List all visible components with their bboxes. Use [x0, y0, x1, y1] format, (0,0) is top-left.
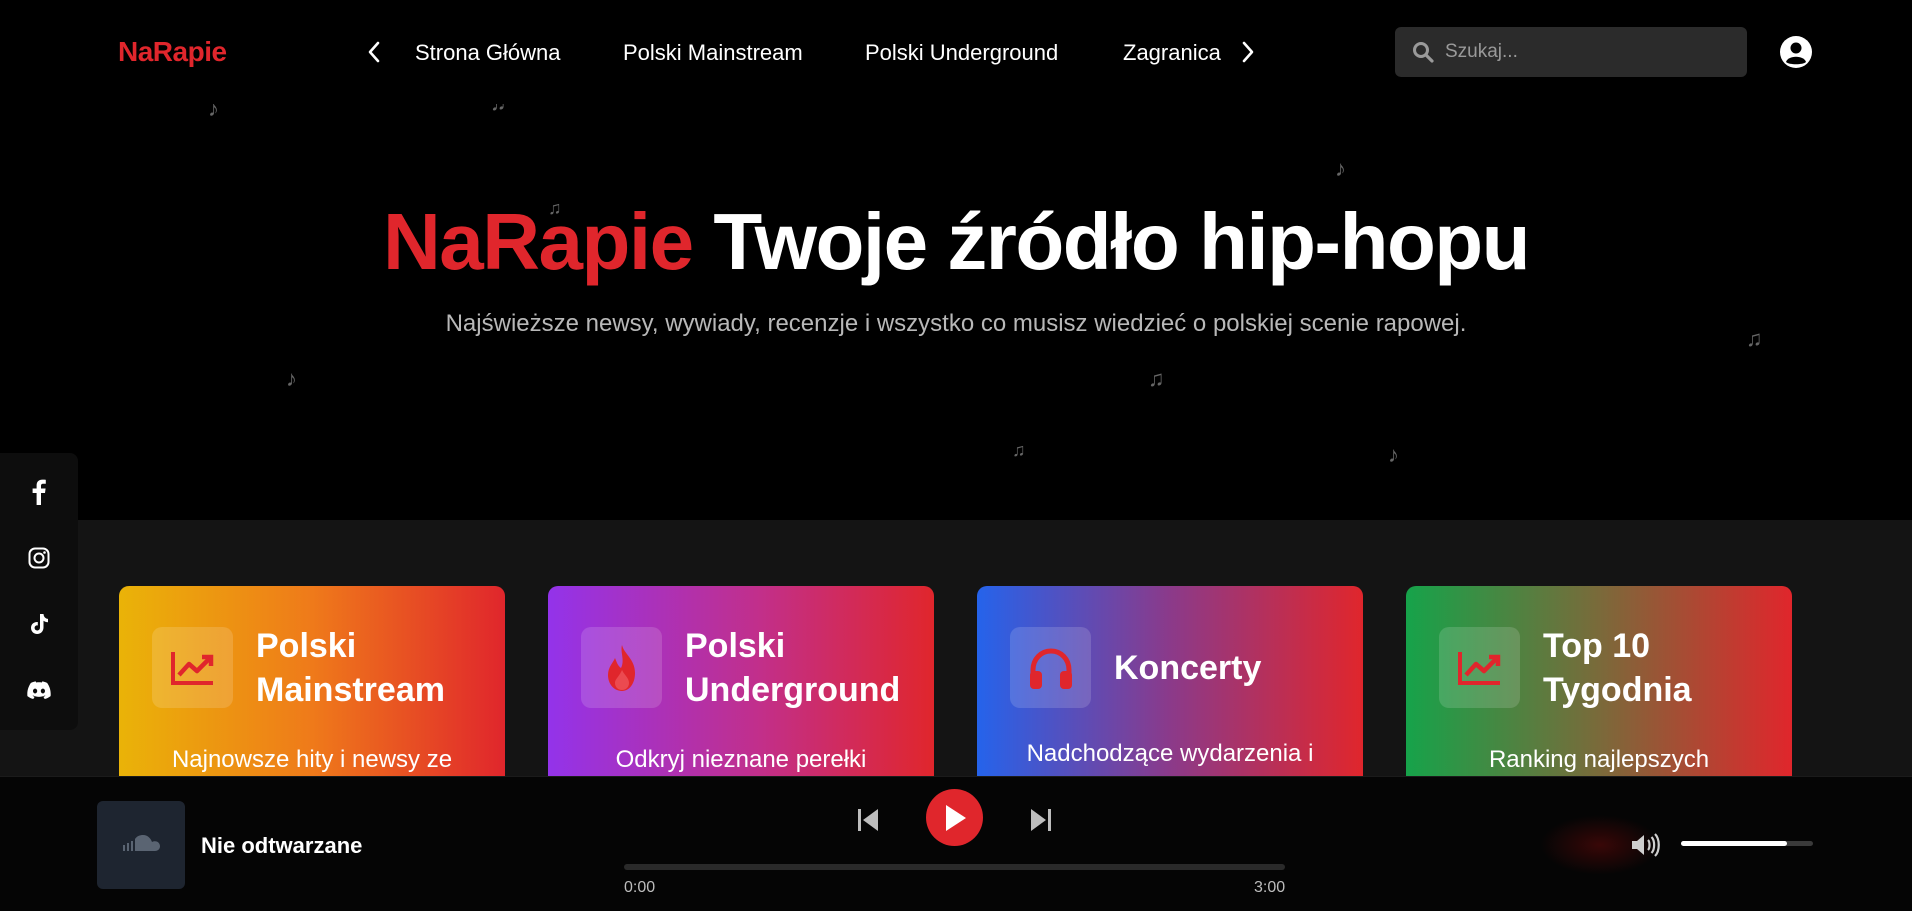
audio-player: Nie odtwarzane 0:00 3:00	[0, 776, 1912, 911]
discord-icon[interactable]	[26, 677, 52, 703]
nav-next-arrow-icon[interactable]	[1237, 38, 1259, 66]
category-card-polski-underground[interactable]: Polski Underground Odkryj nieznane pereł…	[548, 586, 934, 796]
search-input[interactable]	[1445, 41, 1725, 63]
category-card-top-10-tygodnia[interactable]: Top 10 Tygodnia Ranking najlepszych	[1406, 586, 1792, 796]
top-navbar: NaRapie Strona Główna Polski Mainstream …	[0, 0, 1912, 104]
volume-icon[interactable]	[1630, 832, 1660, 858]
volume-slider-fill	[1681, 841, 1787, 846]
volume-slider[interactable]	[1681, 841, 1813, 846]
trending-chart-icon	[1439, 627, 1520, 708]
music-note-icon: ♫	[1148, 366, 1165, 391]
hero-title-text: Twoje źródło hip-hopu	[713, 197, 1530, 286]
search-box	[1395, 27, 1747, 77]
music-note-icon: ♪	[286, 366, 297, 391]
category-description: Odkryj nieznane perełki	[615, 746, 867, 773]
category-title: Polski Mainstream	[256, 627, 445, 709]
music-note-icon: ♪	[1388, 442, 1399, 467]
site-logo[interactable]: NaRapie	[118, 36, 227, 68]
category-card-koncerty[interactable]: Koncerty Nadchodzące wydarzenia i	[977, 586, 1363, 796]
soundcloud-icon	[121, 833, 161, 858]
track-cover	[97, 801, 185, 889]
nav-link-polski-underground[interactable]: Polski Underground	[865, 40, 1058, 66]
music-note-icon: ♪	[1335, 156, 1346, 181]
trending-chart-icon	[152, 627, 233, 708]
music-note-icon: ♫	[1012, 440, 1026, 460]
current-time: 0:00	[624, 879, 656, 896]
categories-section: Polski Mainstream Najnowsze hity i newsy…	[0, 520, 1912, 796]
nav-link-zagranica[interactable]: Zagranica	[1123, 40, 1221, 66]
track-duration: 3:00	[1254, 879, 1286, 896]
fire-icon	[581, 627, 662, 708]
user-account-icon[interactable]	[1779, 35, 1813, 69]
category-description: Ranking najlepszych	[1488, 746, 1710, 773]
facebook-icon[interactable]	[26, 479, 52, 505]
nav-link-home[interactable]: Strona Główna	[415, 40, 561, 66]
hero-title: NaRapie Twoje źródło hip-hopu	[0, 196, 1912, 288]
tiktok-icon[interactable]	[26, 611, 52, 637]
hero-title-brand: NaRapie	[382, 197, 694, 286]
category-card-polski-mainstream[interactable]: Polski Mainstream Najnowsze hity i newsy…	[119, 586, 505, 796]
social-sidebar	[0, 453, 78, 730]
play-button[interactable]	[926, 789, 983, 846]
search-icon	[1411, 40, 1435, 64]
next-track-button[interactable]	[1028, 805, 1054, 835]
category-description: Nadchodzące wydarzenia i	[1026, 740, 1314, 767]
category-title: Koncerty	[1114, 649, 1262, 687]
nav-link-polski-mainstream[interactable]: Polski Mainstream	[623, 40, 803, 66]
category-title: Top 10 Tygodnia	[1543, 627, 1692, 709]
category-description: Najnowsze hity i newsy ze	[171, 746, 453, 773]
category-title: Polski Underground	[685, 627, 901, 709]
instagram-icon[interactable]	[26, 545, 52, 571]
headphones-icon	[1010, 627, 1091, 708]
progress-bar[interactable]	[624, 864, 1285, 870]
hero-subtitle: Najświeższe newsy, wywiady, recenzje i w…	[445, 310, 1467, 337]
now-playing-status: Nie odtwarzane	[201, 833, 363, 858]
previous-track-button[interactable]	[855, 805, 881, 835]
hero-section: ♪ ♫ ♫ ♪ ♫ ♪ ♫ ♫ ♪ NaRapie Twoje źródło h…	[0, 90, 1912, 520]
nav-prev-arrow-icon[interactable]	[363, 38, 385, 66]
